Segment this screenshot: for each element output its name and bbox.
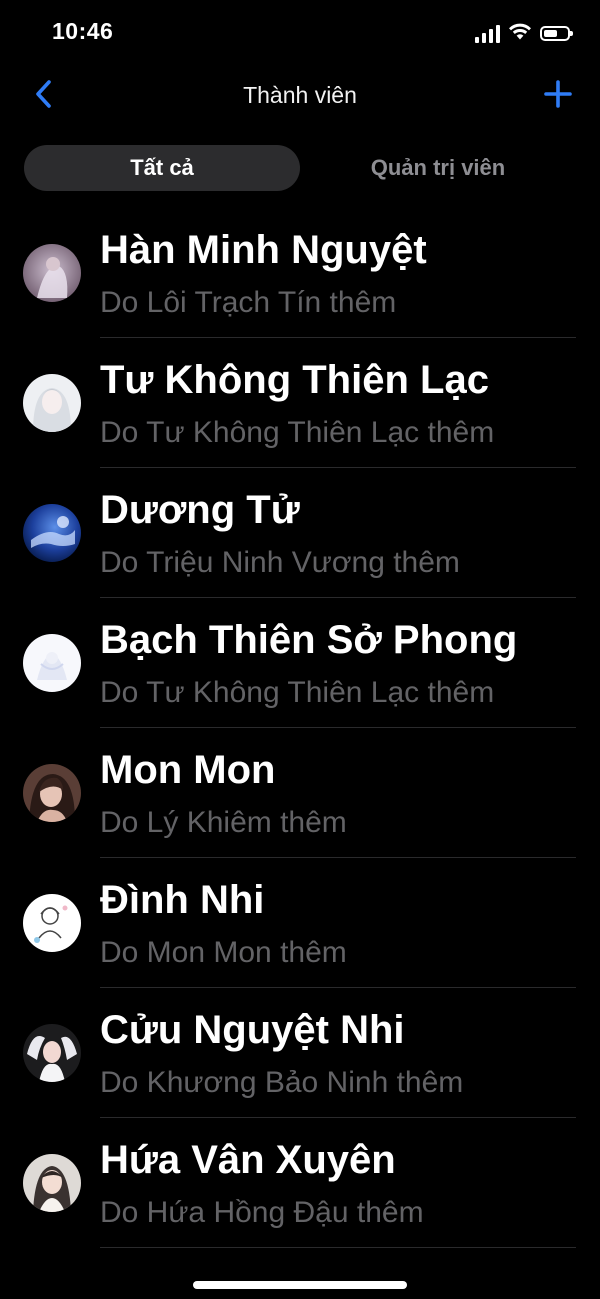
avatar bbox=[23, 764, 81, 822]
member-row[interactable]: Bạch Thiên Sở Phong Do Tư Không Thiên Lạ… bbox=[0, 598, 600, 728]
avatar bbox=[23, 374, 81, 432]
member-added-by: Do Mon Mon thêm bbox=[100, 936, 347, 969]
avatar bbox=[23, 1024, 81, 1082]
member-name: Hứa Vân Xuyên bbox=[100, 1138, 396, 1182]
avatar bbox=[23, 634, 81, 692]
member-filter-segmented-control: Tất cả Quản trị viên bbox=[24, 145, 576, 191]
battery-icon bbox=[540, 26, 573, 41]
add-member-button[interactable] bbox=[538, 76, 578, 116]
member-row[interactable]: Đình Nhi Do Mon Mon thêm bbox=[0, 858, 600, 988]
status-icons bbox=[475, 22, 573, 45]
member-name: Hàn Minh Nguyệt bbox=[100, 228, 427, 272]
member-added-by: Do Lôi Trạch Tín thêm bbox=[100, 286, 397, 319]
member-added-by: Do Khương Bảo Ninh thêm bbox=[100, 1066, 464, 1099]
member-name: Dương Tử bbox=[100, 488, 300, 532]
segment-admins[interactable]: Quản trị viên bbox=[300, 145, 576, 191]
plus-icon bbox=[543, 79, 573, 114]
avatar bbox=[23, 504, 81, 562]
avatar bbox=[23, 1154, 81, 1212]
member-name: Mon Mon bbox=[100, 748, 276, 792]
member-name: Bạch Thiên Sở Phong bbox=[100, 618, 518, 662]
member-name: Tư Không Thiên Lạc bbox=[100, 358, 489, 402]
page-title: Thành viên bbox=[243, 82, 357, 108]
status-time: 10:46 bbox=[52, 18, 114, 44]
nav-bar: Thành viên bbox=[0, 66, 600, 128]
member-row[interactable]: Hàn Minh Nguyệt Do Lôi Trạch Tín thêm bbox=[0, 208, 600, 338]
wifi-icon bbox=[508, 22, 532, 45]
member-list: Hàn Minh Nguyệt Do Lôi Trạch Tín thêm Tư… bbox=[0, 208, 600, 1248]
member-name: Đình Nhi bbox=[100, 878, 265, 922]
segment-all[interactable]: Tất cả bbox=[24, 145, 300, 191]
member-row[interactable]: Dương Tử Do Triệu Ninh Vương thêm bbox=[0, 468, 600, 598]
status-bar: 10:46 bbox=[0, 0, 600, 66]
member-added-by: Do Tư Không Thiên Lạc thêm bbox=[100, 676, 495, 709]
member-name: Cửu Nguyệt Nhi bbox=[100, 1008, 405, 1052]
cellular-signal-icon bbox=[475, 24, 500, 43]
member-added-by: Do Hứa Hồng Đậu thêm bbox=[100, 1196, 424, 1229]
member-row[interactable]: Hứa Vân Xuyên Do Hứa Hồng Đậu thêm bbox=[0, 1118, 600, 1248]
member-added-by: Do Triệu Ninh Vương thêm bbox=[100, 546, 460, 579]
member-row[interactable]: Tư Không Thiên Lạc Do Tư Không Thiên Lạc… bbox=[0, 338, 600, 468]
divider bbox=[100, 1247, 576, 1248]
member-added-by: Do Tư Không Thiên Lạc thêm bbox=[100, 416, 495, 449]
home-indicator[interactable] bbox=[193, 1281, 407, 1289]
member-added-by: Do Lý Khiêm thêm bbox=[100, 806, 347, 839]
avatar bbox=[23, 244, 81, 302]
avatar bbox=[23, 894, 81, 952]
member-row[interactable]: Mon Mon Do Lý Khiêm thêm bbox=[0, 728, 600, 858]
member-row[interactable]: Cửu Nguyệt Nhi Do Khương Bảo Ninh thêm bbox=[0, 988, 600, 1118]
